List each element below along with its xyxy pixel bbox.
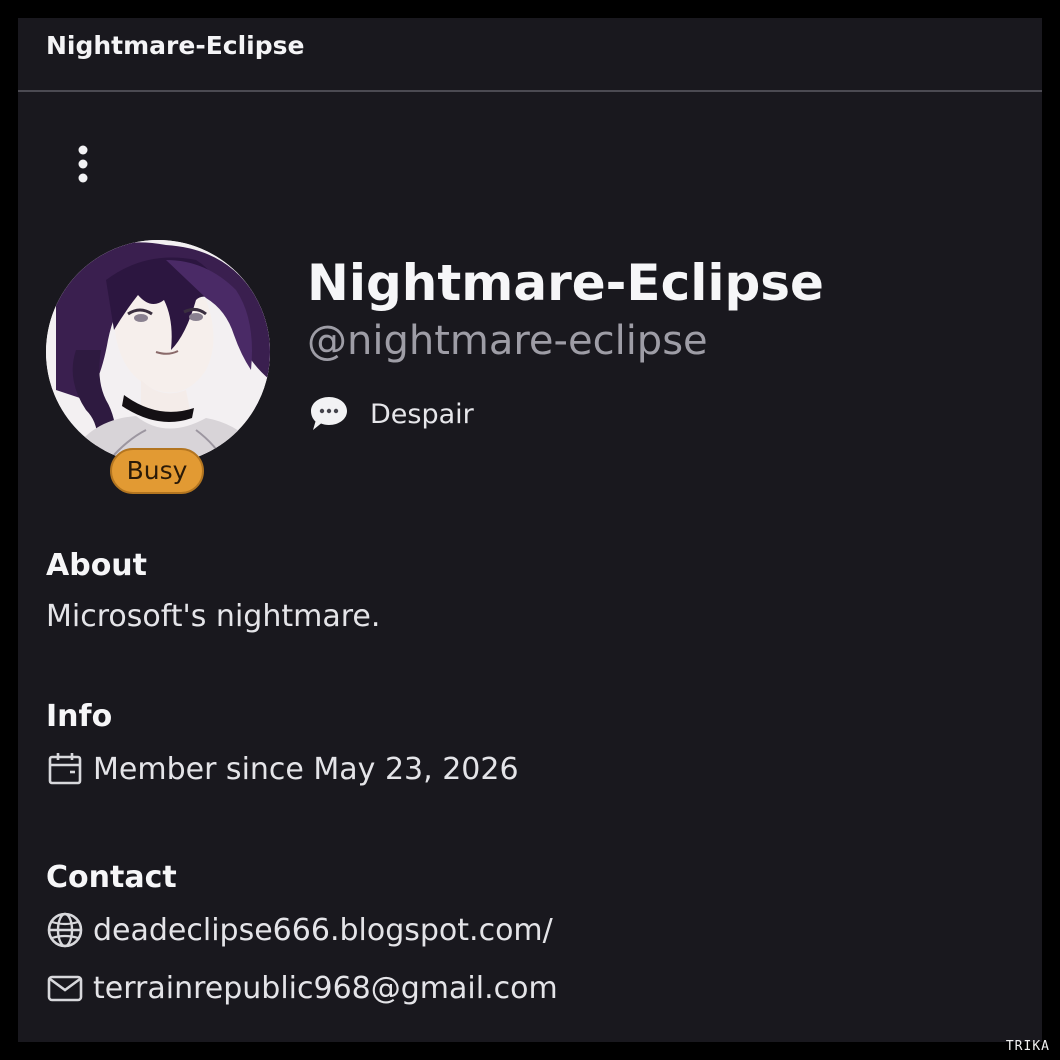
mail-icon [47,975,83,1002]
profile-window: Nightmare-Eclipse Busy Nightmare-Eclipse… [18,18,1042,1042]
custom-status: Despair [307,392,474,436]
website-text[interactable]: deadeclipse666.blogspot.com/ [93,913,553,948]
window-title: Nightmare-Eclipse [46,31,305,60]
display-name: Nightmare-Eclipse [307,254,824,312]
info-heading: Info [46,699,113,734]
avatar[interactable] [46,240,270,464]
about-text: Microsoft's nightmare. [46,599,381,634]
globe-icon [47,912,83,948]
custom-status-text: Despair [370,398,474,430]
about-heading: About [46,548,148,583]
email-text[interactable]: terrainrepublic968@gmail.com [93,971,558,1006]
member-since-text: Member since May 23, 2026 [93,751,519,787]
top-bar: Nightmare-Eclipse [18,18,1042,92]
kebab-vertical-icon[interactable] [68,144,98,188]
website-link[interactable]: deadeclipse666.blogspot.com/ [46,910,553,950]
watermark: TRIKA [1005,1039,1050,1054]
calendar-icon [48,753,82,785]
member-since-row: Member since May 23, 2026 [46,749,519,789]
contact-heading: Contact [46,860,177,895]
email-link[interactable]: terrainrepublic968@gmail.com [46,968,558,1008]
username: @nightmare-eclipse [307,318,708,364]
speech-bubble-icon [311,397,347,430]
status-badge: Busy [110,448,204,494]
